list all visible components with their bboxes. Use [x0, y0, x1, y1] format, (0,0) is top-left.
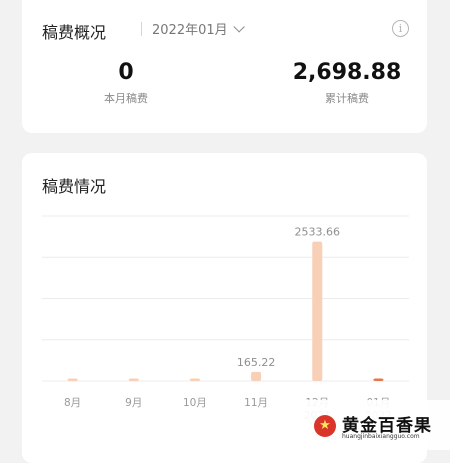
- chart-bar[interactable]: [128, 378, 139, 382]
- chart-bar[interactable]: [67, 378, 78, 382]
- total-label: 累计稿费: [325, 92, 369, 105]
- chart-bar[interactable]: [251, 371, 262, 381]
- bar-value-label: 165.22: [237, 356, 276, 369]
- summary-title: 稿费概况: [42, 23, 107, 42]
- chart-bar[interactable]: [373, 378, 384, 382]
- red-star-logo-icon: ★: [314, 415, 336, 437]
- bar-value-label: 2533.66: [295, 226, 341, 239]
- x-tick-label: 8月: [64, 397, 81, 409]
- chart-bar[interactable]: [312, 241, 323, 381]
- month-selector-label: 2022年01月: [152, 23, 228, 38]
- revenue-summary-card: 稿费概况 2022年01月 i 0 本月稿费 2,698.88 累计稿费: [22, 0, 427, 133]
- month-selector[interactable]: 2022年01月: [152, 19, 245, 38]
- x-tick-label: 11月: [244, 397, 268, 409]
- x-tick-label: 9月: [125, 397, 142, 409]
- chart-bar[interactable]: [189, 378, 200, 382]
- title-divider: [141, 22, 142, 36]
- total-value: 2,698.88: [292, 60, 402, 85]
- current-month-value: 0: [118, 60, 134, 85]
- watermark-subtext: huangjinbaixiangguo.com: [342, 433, 420, 440]
- watermark: ★ 黄金百香果 huangjinbaixiangguo.com: [302, 400, 450, 450]
- current-month-stat: 0 本月稿费: [51, 60, 201, 106]
- info-icon[interactable]: i: [392, 20, 409, 37]
- chevron-down-icon: [233, 20, 245, 33]
- total-stat: 2,698.88 累计稿费: [272, 60, 422, 106]
- current-month-label: 本月稿费: [104, 92, 148, 105]
- x-tick-label: 10月: [183, 397, 207, 409]
